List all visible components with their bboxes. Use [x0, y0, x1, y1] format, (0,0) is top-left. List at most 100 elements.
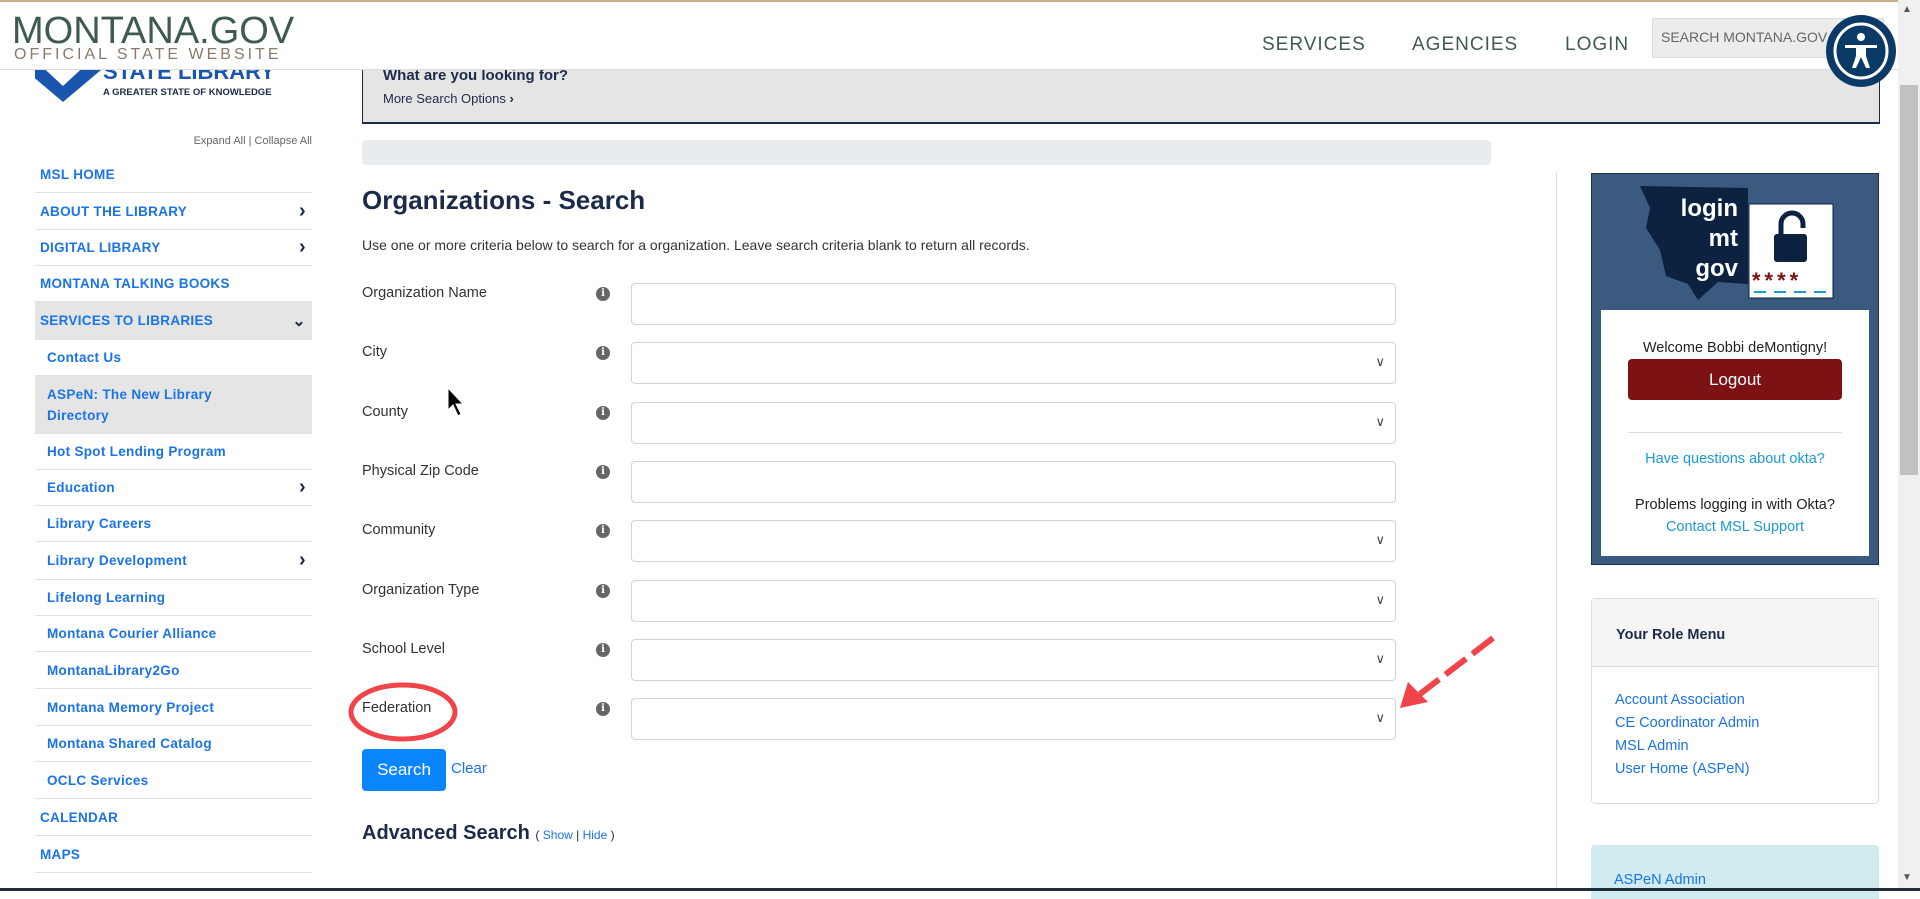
sidebar-item-label: Library Careers	[47, 516, 152, 531]
sidebar-item[interactable]: OCLC Services	[35, 762, 312, 799]
sidebar-item-label: Contact Us	[47, 350, 122, 365]
field-label: County	[362, 403, 408, 420]
sidebar-item[interactable]: Montana Shared Catalog	[35, 726, 312, 762]
brand-tagline: OFFICIAL STATE WEBSITE	[14, 46, 282, 63]
sidebar-item-label: MONTANA TALKING BOOKS	[40, 276, 230, 291]
sidebar-item[interactable]: Lifelong Learning	[35, 580, 312, 616]
sidebar-item-label: Montana Shared Catalog	[47, 736, 212, 751]
sidebar-item[interactable]: ASPeN: The New Library Directory	[35, 376, 312, 434]
scroll-up-icon[interactable]: ▲	[1902, 4, 1912, 15]
search-banner: What are you looking for? More Search Op…	[362, 68, 1880, 124]
divider	[1628, 432, 1842, 433]
sidebar-item[interactable]: MONTANA TALKING BOOKS	[35, 266, 312, 302]
role-link-ce-coordinator[interactable]: CE Coordinator Admin	[1592, 712, 1878, 735]
field-label: City	[362, 344, 387, 361]
hide-link[interactable]: Hide	[583, 828, 608, 842]
sidebar-item-label: ABOUT THE LIBRARY	[40, 203, 188, 219]
sidebar-item-label: Lifelong Learning	[47, 590, 166, 605]
sidebar-item[interactable]: Montana Memory Project	[35, 689, 312, 726]
sidebar-item[interactable]: CALENDAR	[35, 799, 312, 836]
community-select[interactable]: ∨	[631, 520, 1396, 563]
info-icon[interactable]: i	[596, 702, 610, 717]
okta-questions-link[interactable]: Have questions about okta?	[1601, 451, 1869, 467]
field-label: School Level	[362, 640, 446, 657]
sidebar-item[interactable]: Hot Spot Lending Program	[35, 434, 312, 470]
field-label: Federation	[362, 700, 432, 717]
sidebar-item[interactable]: MAPS	[35, 836, 312, 873]
chevron-down-icon: ∨	[1375, 591, 1385, 607]
organization-name-input[interactable]	[631, 283, 1396, 325]
sidebar-item-label: OCLC Services	[47, 772, 149, 788]
chevron-right-icon: ›	[509, 91, 514, 106]
sidebar-item-label: MSL HOME	[40, 167, 115, 182]
sidebar-item[interactable]: MSL HOME	[35, 157, 312, 193]
sidebar-item[interactable]: ABOUT THE LIBRARY ›	[35, 193, 312, 230]
sidebar-item[interactable]: MontanaLibrary2Go	[35, 652, 312, 689]
annotation-arrow	[1418, 635, 1495, 697]
role-link-user-home[interactable]: User Home (ASPeN)	[1592, 758, 1878, 781]
info-icon[interactable]: i	[596, 642, 610, 657]
sidebar-item[interactable]: Library Development ›	[35, 542, 312, 580]
sidebar-item[interactable]: Montana Courier Alliance	[35, 616, 312, 652]
role-menu-title: Your Role Menu	[1592, 599, 1878, 667]
mouse-cursor-icon	[447, 386, 465, 417]
sidebar-item[interactable]: Education ›	[35, 470, 312, 506]
physical-zip-code-input[interactable]	[631, 460, 1396, 503]
school-level-select[interactable]: ∨	[631, 638, 1396, 681]
accessibility-icon[interactable]	[1826, 15, 1896, 87]
chevron-right-icon[interactable]: ›	[299, 200, 306, 223]
sidebar-item-label: Library Development	[47, 553, 187, 568]
svg-text:mt: mt	[1709, 225, 1738, 252]
nav-agencies[interactable]: AGENCIES	[1412, 34, 1518, 56]
welcome-text: Welcome Bobbi deMontigny!	[1642, 340, 1828, 356]
chevron-right-icon[interactable]: ›	[299, 549, 306, 572]
info-icon[interactable]: i	[596, 287, 610, 301]
chevron-down-icon: ∨	[1375, 532, 1385, 548]
field-label: Organization Name	[362, 285, 487, 301]
field-label: Physical Zip Code	[362, 462, 479, 479]
federation-select[interactable]: ∨	[631, 698, 1396, 741]
sidebar-item-label: MontanaLibrary2Go	[47, 662, 180, 678]
svg-text:****: ****	[1752, 268, 1802, 293]
show-link[interactable]: Show	[543, 828, 573, 842]
city-select[interactable]: ∨	[631, 342, 1396, 385]
more-search-options-link[interactable]: More Search Options ›	[383, 91, 514, 106]
site-header: MONTANA.GOV OFFICIAL STATE WEBSITE SERVI…	[0, 0, 1898, 70]
scrollbar-thumb[interactable]	[1900, 85, 1918, 475]
chevron-right-icon[interactable]: ›	[299, 476, 306, 499]
clear-link[interactable]: Clear	[451, 760, 487, 777]
info-icon[interactable]: i	[596, 405, 610, 420]
sidebar-item-label: Hot Spot Lending Program	[47, 444, 226, 459]
sidebar-item-label: DIGITAL LIBRARY	[40, 240, 161, 255]
nav-services[interactable]: SERVICES	[1262, 34, 1366, 56]
chevron-down-icon[interactable]: ⌄	[292, 311, 306, 331]
sidebar-item-label: Montana Courier Alliance	[47, 626, 217, 641]
search-button[interactable]: Search	[362, 749, 446, 791]
logout-button[interactable]: Logout	[1628, 359, 1842, 400]
sidebar-item[interactable]: DIGITAL LIBRARY ›	[35, 230, 312, 266]
advanced-search-title: Advanced Search	[362, 822, 530, 844]
contact-support-link[interactable]: Contact MSL Support	[1601, 519, 1869, 535]
role-link-account-association[interactable]: Account Association	[1592, 689, 1878, 712]
organization-type-select[interactable]: ∨	[631, 579, 1396, 622]
problems-text: Problems logging in with Okta?	[1635, 497, 1835, 513]
sidebar-item-label: Education	[47, 480, 115, 495]
info-icon[interactable]: i	[596, 524, 610, 539]
state-library-logo[interactable]: STATE LIBRARY A GREATER STATE OF KNOWLEDG…	[35, 70, 315, 102]
sidebar-item[interactable]: SERVICES TO LIBRARIES ⌄	[35, 302, 312, 340]
info-icon[interactable]: i	[596, 464, 610, 479]
sidebar-item[interactable]: Contact Us	[35, 340, 312, 376]
chevron-down-icon: ∨	[1375, 413, 1385, 429]
sidebar-item[interactable]: Library Careers	[35, 506, 312, 542]
role-link-msl-admin[interactable]: MSL Admin	[1592, 735, 1878, 758]
county-select[interactable]: ∨	[631, 401, 1396, 444]
chevron-down-icon: ∨	[1375, 650, 1385, 666]
scroll-down-icon[interactable]: ▼	[1902, 872, 1912, 883]
info-icon[interactable]: i	[596, 583, 610, 598]
page-title: Organizations - Search	[362, 185, 646, 215]
sidebar-item-label: ASPeN: The New Library Directory	[47, 386, 212, 423]
nav-login[interactable]: LOGIN	[1565, 34, 1629, 56]
expand-collapse-all[interactable]: Expand All | Collapse All	[160, 135, 312, 147]
chevron-right-icon[interactable]: ›	[299, 236, 306, 259]
info-icon[interactable]: i	[596, 346, 610, 361]
